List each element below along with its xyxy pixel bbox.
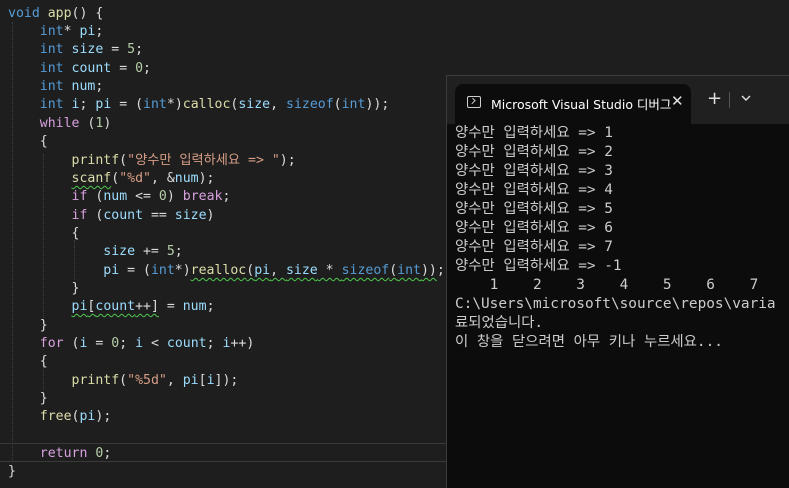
code-line: {: [8, 354, 48, 369]
console-output: 양수만 입력하세요 => 1 양수만 입력하세요 => 2 양수만 입력하세요 …: [455, 124, 789, 352]
code-line: }: [8, 281, 80, 296]
close-icon[interactable]: ✕: [671, 92, 684, 110]
console-app-icon: [467, 96, 481, 108]
terminal-window[interactable]: Microsoft Visual Studio 디버그 ✕ + 양수만 입력하세…: [446, 75, 789, 488]
code-line: if (count == size): [71, 208, 215, 223]
code-line: int size = 5;: [39, 42, 144, 57]
console-line: 이 창을 닫으려면 아무 키나 누르세요...: [455, 334, 723, 350]
console-line: 양수만 입력하세요 => 7: [455, 239, 613, 255]
code-line: free(pi);: [39, 409, 112, 424]
terminal-titlebar[interactable]: Microsoft Visual Studio 디버그 ✕ +: [447, 76, 789, 124]
code-line: pi[count++] = num;: [71, 299, 215, 314]
code-line: pi = (int*)realloc(pi, size * sizeof(int…: [103, 263, 445, 278]
titlebar-divider: [729, 92, 730, 108]
code-line: }: [8, 318, 48, 333]
code-line: void app() {: [8, 6, 104, 21]
code-line: int i; pi = (int*)calloc(size, sizeof(in…: [39, 97, 390, 112]
chevron-down-icon[interactable]: [739, 90, 753, 104]
console-line: 양수만 입력하세요 => 6: [455, 220, 613, 236]
console-line: 양수만 입력하세요 => 3: [455, 163, 613, 179]
code-line: {: [8, 226, 80, 241]
code-line: printf("양수만 입력하세요 => ");: [71, 153, 296, 168]
code-line: while (1): [39, 116, 112, 131]
code-line: if (num <= 0) break;: [71, 189, 231, 204]
code-line: scanf("%d", &num);: [71, 171, 215, 186]
console-line: 료되었습니다.: [455, 315, 544, 331]
code-line: {: [8, 134, 48, 149]
console-line: 1 2 3 4 5 6 7: [455, 277, 759, 293]
console-line: 양수만 입력하세요 => 4: [455, 182, 613, 198]
code-line: }: [8, 464, 16, 479]
code-line: int num;: [39, 79, 104, 94]
console-line: 양수만 입력하세요 => 1: [455, 125, 613, 141]
code-line: return 0;: [39, 446, 112, 461]
tab-title: Microsoft Visual Studio 디버그: [491, 97, 672, 112]
console-line: 양수만 입력하세요 => -1: [455, 258, 622, 274]
new-tab-button[interactable]: +: [707, 90, 722, 108]
code-line: for (i = 0; i < count; i++): [39, 336, 255, 351]
console-line: 양수만 입력하세요 => 2: [455, 144, 613, 160]
console-line: 양수만 입력하세요 => 5: [455, 201, 613, 217]
code-line: printf("%5d", pi[i]);: [71, 373, 239, 388]
code-line: int* pi;: [39, 24, 104, 39]
code-line: int count = 0;: [39, 61, 151, 76]
terminal-tab[interactable]: Microsoft Visual Studio 디버그 ✕: [455, 84, 691, 124]
code-line: }: [8, 391, 48, 406]
console-line: C:\Users\microsoft\source\repos\varia: [455, 296, 776, 312]
code-line: size += 5;: [103, 244, 183, 259]
